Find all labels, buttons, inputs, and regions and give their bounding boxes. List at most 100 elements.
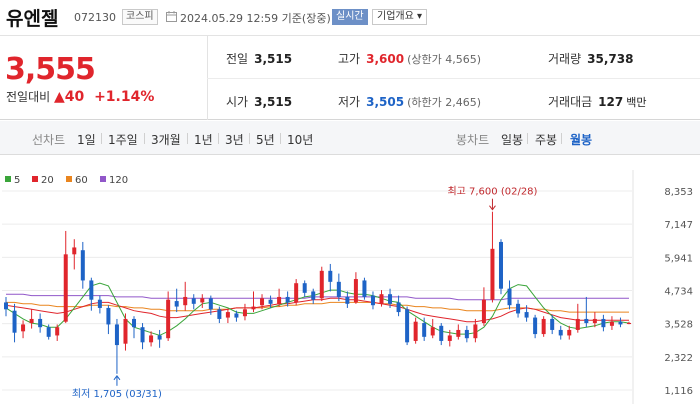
volume: 거래량 35,738 bbox=[548, 50, 633, 67]
company-overview-dropdown[interactable]: 기업개요 ▾ bbox=[372, 9, 427, 25]
candle-body bbox=[533, 317, 538, 335]
period-3m[interactable]: 3개월 bbox=[151, 131, 181, 148]
candle-body bbox=[106, 307, 111, 325]
candle-body bbox=[319, 270, 324, 299]
realtime-button[interactable]: 실시간 bbox=[332, 9, 368, 25]
candle-body bbox=[29, 318, 34, 324]
high-value: 3,600 bbox=[366, 52, 405, 66]
period-1d[interactable]: 1일 bbox=[77, 131, 96, 148]
legend-label-20: 20 bbox=[41, 175, 54, 186]
candle-body bbox=[123, 318, 128, 344]
candle-body bbox=[362, 280, 367, 297]
y-tick-label: 1,116 bbox=[664, 386, 693, 397]
period-1w[interactable]: 1주일 bbox=[108, 131, 138, 148]
candle-body bbox=[388, 294, 393, 304]
candle-body bbox=[217, 309, 222, 319]
candle-body bbox=[473, 324, 478, 339]
candle-body bbox=[370, 295, 375, 306]
current-price: 3,555 bbox=[5, 52, 96, 87]
candle-body bbox=[166, 299, 171, 339]
candle-body bbox=[609, 321, 614, 326]
separator bbox=[561, 133, 562, 144]
candlestick-chart: 5 20 60 120 8,353 7,147 5,941 4,734 3,528 2,322 1,… bbox=[2, 170, 693, 404]
candle-body bbox=[592, 318, 597, 324]
line-chart-label: 선차트 bbox=[32, 133, 66, 147]
prev-close-label: 전일 bbox=[226, 52, 249, 66]
stock-header: 유엔젤 072130 코스피 2024.05.29 12:59 기준(장중) 실… bbox=[0, 0, 700, 36]
candle-body bbox=[285, 296, 290, 303]
candle-body bbox=[618, 321, 623, 325]
candle-body bbox=[481, 299, 486, 324]
y-tick-label: 4,734 bbox=[664, 287, 693, 298]
legend-swatch-120 bbox=[100, 176, 106, 182]
chart-period-bar: 선차트 1일 1주일 3개월 1년 3년 5년 10년 봉차트 일봉 주봉 월봉 bbox=[0, 121, 700, 155]
divider bbox=[207, 78, 700, 79]
candle-body bbox=[89, 280, 94, 300]
separator bbox=[280, 133, 281, 144]
change-label: 전일대비 bbox=[6, 90, 51, 104]
upper-limit: (상한가 4,565) bbox=[407, 53, 481, 66]
separator bbox=[187, 133, 188, 144]
y-tick-label: 7,147 bbox=[664, 220, 693, 231]
open-price: 시가 3,515 bbox=[226, 93, 292, 110]
candle-body bbox=[114, 324, 119, 346]
candle-body bbox=[567, 329, 572, 336]
candle-body bbox=[72, 247, 77, 255]
legend-swatch-5 bbox=[5, 176, 11, 182]
candle-body bbox=[490, 248, 495, 300]
candle-body bbox=[174, 301, 179, 307]
candle-body bbox=[191, 298, 196, 304]
trade-amount: 거래대금 127 백만 bbox=[548, 93, 646, 110]
high-label: 고가 bbox=[338, 52, 361, 66]
candle-body bbox=[524, 312, 529, 318]
stock-code: 072130 bbox=[74, 11, 116, 24]
candle-body bbox=[38, 318, 43, 328]
high-annotation: 최고 7,600 (02/28) bbox=[447, 186, 537, 198]
candle-body bbox=[242, 309, 247, 317]
candle-body bbox=[336, 281, 341, 297]
legend-label-60: 60 bbox=[75, 175, 88, 186]
candle-body bbox=[46, 327, 51, 337]
y-tick-label: 5,941 bbox=[664, 253, 693, 264]
candle-weekly[interactable]: 주봉 bbox=[535, 131, 557, 148]
candle-body bbox=[507, 288, 512, 306]
candle-body bbox=[251, 306, 256, 310]
stock-name: 유엔젤 bbox=[6, 8, 59, 30]
separator bbox=[249, 133, 250, 144]
timestamp: 2024.05.29 12:59 기준(장중) bbox=[180, 12, 331, 25]
calendar-icon bbox=[166, 11, 177, 22]
legend-swatch-20 bbox=[32, 176, 38, 182]
candle-body bbox=[439, 325, 444, 341]
period-5y[interactable]: 5년 bbox=[256, 131, 275, 148]
candle-body bbox=[311, 291, 316, 300]
y-tick-label: 2,322 bbox=[664, 353, 693, 364]
candle-body bbox=[558, 329, 563, 336]
candle-monthly[interactable]: 월봉 bbox=[570, 131, 592, 148]
candle-body bbox=[80, 250, 85, 281]
candle-body bbox=[464, 329, 469, 339]
period-10y[interactable]: 10년 bbox=[287, 131, 313, 148]
candle-body bbox=[422, 323, 427, 337]
period-3y[interactable]: 3년 bbox=[225, 131, 244, 148]
candle-body bbox=[140, 327, 145, 343]
legend-label-5: 5 bbox=[14, 175, 20, 186]
high-price: 고가 3,600 (상한가 4,565) bbox=[338, 50, 481, 67]
candle-body bbox=[353, 279, 358, 303]
candle-body bbox=[413, 321, 418, 341]
change-value: ▲40 bbox=[54, 89, 85, 105]
candle-daily[interactable]: 일봉 bbox=[501, 131, 523, 148]
candle-body bbox=[430, 327, 435, 336]
candle-body bbox=[541, 318, 546, 335]
candle-body bbox=[183, 296, 188, 306]
y-tick-label: 8,353 bbox=[664, 187, 693, 198]
candle-body bbox=[157, 335, 162, 340]
candle-body bbox=[516, 303, 521, 314]
candle-body bbox=[277, 296, 282, 304]
separator bbox=[101, 133, 102, 144]
period-1y[interactable]: 1년 bbox=[194, 131, 213, 148]
low-price: 저가 3,505 (하한가 2,465) bbox=[338, 93, 481, 110]
low-label: 저가 bbox=[338, 95, 361, 109]
candle-body bbox=[132, 318, 137, 328]
candle-body bbox=[55, 327, 60, 336]
candle-body bbox=[4, 302, 8, 310]
